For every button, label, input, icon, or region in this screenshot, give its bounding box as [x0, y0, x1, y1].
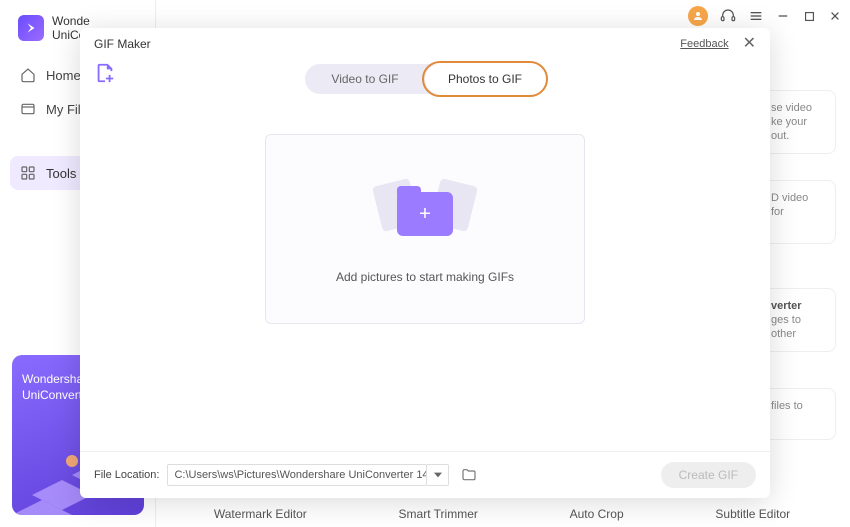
modal-title: GIF Maker — [94, 37, 151, 51]
support-icon[interactable] — [720, 8, 736, 24]
tool-watermark[interactable]: Watermark Editor — [214, 507, 307, 521]
promo-line2: UniConvert — [22, 387, 83, 403]
home-icon — [20, 67, 36, 83]
modal-header: GIF Maker Feedback ✕ — [80, 28, 770, 58]
files-icon — [20, 101, 36, 117]
tool-subtitle[interactable]: Subtitle Editor — [715, 507, 790, 521]
brand-line1: Wonde — [52, 14, 92, 28]
tab-photos-to-gif[interactable]: Photos to GIF — [425, 64, 545, 94]
tab-video-to-gif[interactable]: Video to GIF — [305, 64, 425, 94]
bg-card-title: verter — [771, 300, 802, 312]
open-folder-icon[interactable] — [461, 467, 477, 483]
promo-text: Wondersha UniConvert — [22, 371, 83, 403]
bg-card-text: files to — [771, 400, 803, 412]
create-gif-button[interactable]: Create GIF — [661, 462, 756, 488]
tool-trimmer[interactable]: Smart Trimmer — [399, 507, 478, 521]
tools-row: Watermark Editor Smart Trimmer Auto Crop… — [168, 507, 836, 521]
brand-logo-icon — [18, 15, 44, 41]
tool-autocrop[interactable]: Auto Crop — [570, 507, 624, 521]
file-location-label: File Location: — [94, 469, 159, 481]
sidebar-item-label: My Fil — [46, 102, 81, 117]
maximize-button[interactable] — [802, 9, 816, 23]
sidebar-item-label: Home — [46, 68, 81, 83]
menu-icon[interactable] — [748, 8, 764, 24]
file-location-dropdown[interactable] — [427, 464, 449, 486]
close-icon[interactable]: ✕ — [743, 36, 756, 52]
promo-line1: Wondersha — [22, 371, 83, 387]
gif-maker-modal: GIF Maker Feedback ✕ Video to GIF Photos… — [80, 28, 770, 498]
window-close-button[interactable] — [828, 9, 842, 23]
avatar[interactable] — [688, 6, 708, 26]
add-file-icon[interactable] — [94, 62, 116, 84]
window-chrome — [688, 6, 842, 26]
modal-footer: File Location: C:\Users\ws\Pictures\Wond… — [80, 451, 770, 498]
feedback-link[interactable]: Feedback — [680, 38, 728, 50]
bg-card-text: se video ke your out. — [771, 102, 812, 142]
tools-icon — [20, 165, 36, 181]
mode-tabs: Video to GIF Photos to GIF — [80, 58, 770, 94]
minimize-button[interactable] — [776, 9, 790, 23]
drop-area[interactable]: + Add pictures to start making GIFs — [265, 134, 585, 324]
sidebar-item-label: Tools — [46, 166, 76, 181]
file-location-path[interactable]: C:\Users\ws\Pictures\Wondershare UniConv… — [167, 464, 427, 486]
bg-card-text: ges to other — [771, 314, 801, 340]
drop-text: Add pictures to start making GIFs — [336, 270, 514, 284]
bg-card-text: D video for — [771, 192, 808, 218]
drop-illustration-icon: + — [365, 174, 485, 254]
